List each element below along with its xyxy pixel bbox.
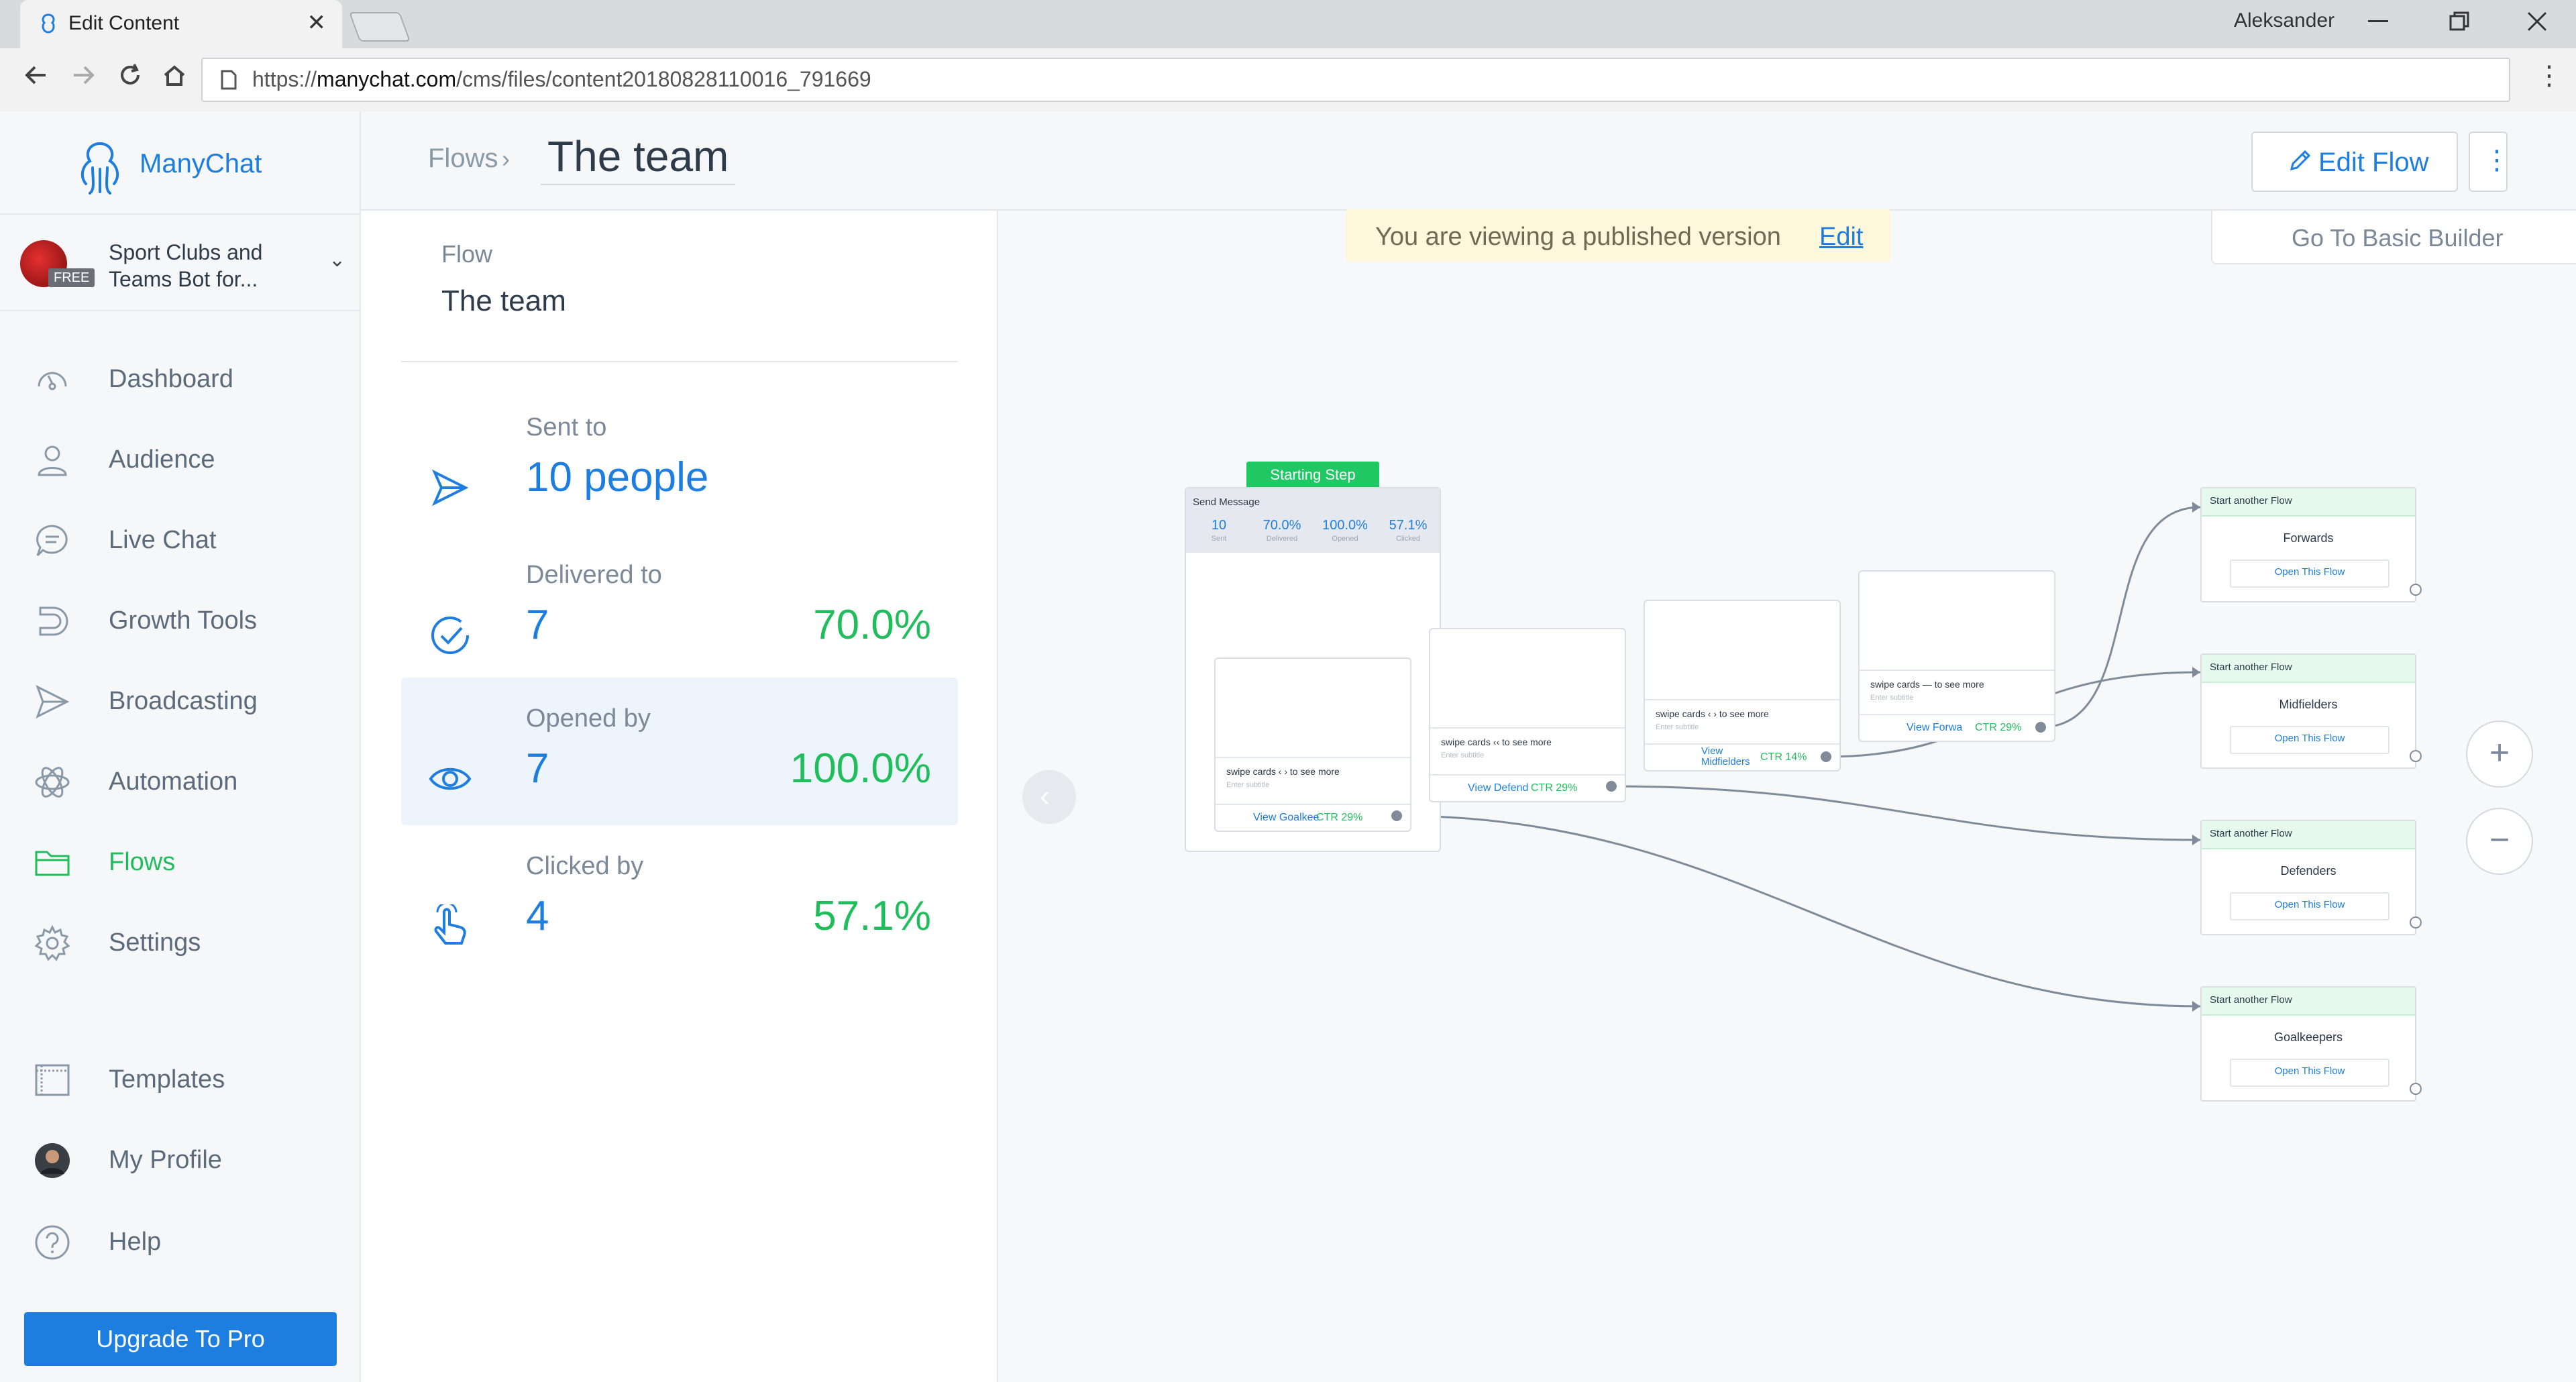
card-button[interactable]: View Midfielders CTR 14% <box>1645 743 1839 770</box>
published-text: You are viewing a published version <box>1375 223 1781 251</box>
card-subtitle: Enter subtitle <box>1226 781 1270 789</box>
flow-node-name: Midfielders <box>2279 698 2338 711</box>
card-button[interactable]: View Defend CTR 29% <box>1430 774 1625 801</box>
zoom-in-button[interactable]: + <box>2466 721 2533 788</box>
card-subtitle: Enter subtitle <box>1656 723 1699 731</box>
published-version-banner: You are viewing a published version Edit <box>1346 209 1890 262</box>
gallery-card[interactable]: swipe cards ‹ › to see more Enter subtit… <box>1214 657 1411 832</box>
gallery-card[interactable]: swipe cards — to see more Enter subtitle… <box>1858 570 2055 742</box>
minus-icon: − <box>2489 820 2510 859</box>
start-flow-node-midfielders[interactable]: Start another Flow Midfielders Open This… <box>2200 653 2416 769</box>
card-subtitle: Enter subtitle <box>1441 751 1485 759</box>
flow-node-header: Start another Flow <box>2202 988 2415 1016</box>
flow-node-name: Goalkeepers <box>2273 1030 2343 1044</box>
open-flow-button[interactable]: Open This Flow <box>2230 560 2390 588</box>
card-title: swipe cards — to see more <box>1870 679 1984 690</box>
start-flow-node-defenders[interactable]: Start another Flow Defenders Open This F… <box>2200 820 2416 935</box>
flow-node-header: Start another Flow <box>2202 821 2415 849</box>
card-button[interactable]: View Goalkee CTR 29% <box>1216 804 1410 831</box>
gallery-card[interactable]: swipe cards ‹‹ to see more Enter subtitl… <box>1429 628 1626 802</box>
flow-node-header: Start another Flow <box>2202 655 2415 683</box>
output-port[interactable] <box>1391 810 1402 821</box>
flow-node-header: Start another Flow <box>2202 488 2415 517</box>
chevron-left-icon: ‹ <box>1040 780 1050 812</box>
open-flow-button[interactable]: Open This Flow <box>2230 892 2390 920</box>
basic-builder-label: Go To Basic Builder <box>2292 224 2504 252</box>
edit-link[interactable]: Edit <box>1819 223 1863 252</box>
node-stat-delivered: 70.0% Delivered <box>1263 518 1301 543</box>
card-ctr: CTR 14% <box>1760 751 1807 763</box>
card-button-label: View Defend <box>1468 782 1529 794</box>
start-flow-node-goalkeepers[interactable]: Start another Flow Goalkeepers Open This… <box>2200 986 2416 1102</box>
card-image-placeholder <box>1430 629 1625 729</box>
node-title: Send Message <box>1193 496 1260 508</box>
flow-node-name: Forwards <box>2283 531 2334 545</box>
card-ctr: CTR 29% <box>1975 722 2022 733</box>
card-ctr: CTR 29% <box>1531 782 1578 794</box>
card-ctr: CTR 29% <box>1316 812 1363 823</box>
card-image-placeholder <box>1216 659 1410 758</box>
output-port[interactable] <box>2410 1083 2422 1095</box>
collapse-panel-button[interactable]: ‹ <box>1022 770 1076 824</box>
card-image-placeholder <box>1645 601 1839 700</box>
card-button-label: View Forwa <box>1907 722 1963 733</box>
flow-node-name: Defenders <box>2280 864 2337 878</box>
output-port[interactable] <box>1821 751 1831 762</box>
open-flow-button[interactable]: Open This Flow <box>2230 1059 2390 1087</box>
gallery-card[interactable]: swipe cards ‹ › to see more Enter subtit… <box>1644 600 1841 772</box>
card-button-label: View Midfielders <box>1701 745 1750 767</box>
output-port[interactable] <box>2410 916 2422 928</box>
card-image-placeholder <box>1860 572 2054 671</box>
plus-icon: + <box>2489 733 2510 772</box>
basic-builder-button[interactable]: Go To Basic Builder <box>2211 209 2576 264</box>
output-port[interactable] <box>1606 781 1617 792</box>
card-title: swipe cards ‹ › to see more <box>1226 766 1340 777</box>
card-button-label: View Goalkee <box>1253 812 1320 823</box>
send-message-header: Send Message 10 Sent 70.0% Delivered 100.0… <box>1186 488 1440 553</box>
node-stat-opened: 100.0% Opened <box>1322 518 1368 543</box>
open-flow-button[interactable]: Open This Flow <box>2230 726 2390 754</box>
node-stat-sent: 10 Sent <box>1211 518 1227 543</box>
output-port[interactable] <box>2410 584 2422 596</box>
card-subtitle: Enter subtitle <box>1870 694 1914 702</box>
card-button[interactable]: View Forwa CTR 29% <box>1860 714 2054 741</box>
starting-step-badge: Starting Step <box>1246 462 1379 488</box>
output-port[interactable] <box>2410 750 2422 762</box>
zoom-out-button[interactable]: − <box>2466 808 2533 875</box>
node-stat-clicked: 57.1% Clicked <box>1389 518 1428 543</box>
start-flow-node-forwards[interactable]: Start another Flow Forwards Open This Fl… <box>2200 487 2416 602</box>
card-title: swipe cards ‹ › to see more <box>1656 708 1769 719</box>
output-port[interactable] <box>2035 722 2046 733</box>
card-title: swipe cards ‹‹ to see more <box>1441 737 1552 747</box>
